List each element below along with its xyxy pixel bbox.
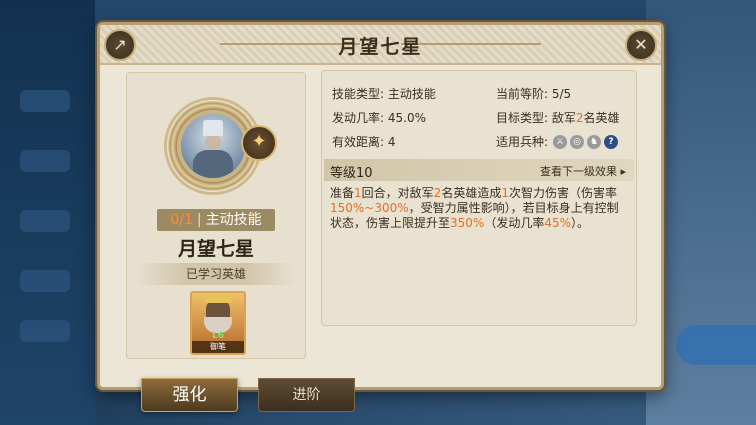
background-top (95, 0, 646, 22)
desc-value: 45% (544, 216, 572, 230)
share-icon: ↗ (113, 35, 127, 54)
skill-type-label: 主动技能 (205, 212, 262, 228)
crown-icon (205, 295, 231, 303)
background-button (676, 325, 756, 365)
tab-advance[interactable]: 进阶 (258, 378, 355, 412)
dialog-titlebar: 月望七星 ↗ ✕ (100, 25, 661, 65)
skill-detail-dialog: 月望七星 ↗ ✕ ✦ 0/1 | 主动技能 月望七星 已学习英雄 L6 御笔 技… (97, 22, 664, 390)
share-button[interactable]: ↗ (104, 29, 136, 61)
cavalry-icon[interactable]: ♞ (587, 134, 601, 149)
troop-types-label: 适用兵种: (496, 135, 549, 149)
skill-type-attr: 技能类型: 主动技能 (332, 87, 436, 101)
next-level-link[interactable]: 查看下一级效果 ▸ (540, 163, 626, 179)
desc-text: 回合，对敌军 (361, 186, 434, 200)
desc-value: 1 (354, 186, 362, 200)
level-label: 等级10 (330, 166, 373, 181)
target-type-attr: 目标类型: 敌军2名英雄 (496, 109, 620, 126)
background-blob (20, 320, 70, 342)
trigger-rate-attr: 发动几率: 45.0% (332, 111, 426, 125)
desc-value: 350% (450, 216, 485, 230)
skill-type-tag: 0/1 | 主动技能 (157, 209, 275, 231)
range-attr: 有效距离: 4 (332, 135, 396, 149)
portrait-face (205, 134, 221, 150)
hero-level: L6 (212, 331, 224, 341)
skill-description: 准备1回合，对敌军2名英雄造成1次智力伤害（伤害率150%~300%，受智力属性… (330, 186, 628, 231)
skill-name: 月望七星 (177, 238, 254, 260)
close-button[interactable]: ✕ (625, 29, 657, 61)
level-bar: 等级10 查看下一级效果 ▸ (324, 159, 634, 181)
target-suffix: 名英雄 (583, 111, 620, 125)
skill-detail-panel: 技能类型: 主动技能 当前等阶: 5/5 发动几率: 45.0% 目标类型: 敌… (321, 70, 637, 326)
portrait-hat (203, 120, 223, 136)
spear-icon[interactable]: ⚔ (553, 134, 567, 149)
background-blob (20, 150, 70, 172)
portrait-body (193, 150, 233, 178)
target-number: 2 (575, 111, 584, 125)
desc-text: 准备 (330, 186, 355, 200)
learned-heroes-label: 已学习英雄 (137, 263, 295, 285)
background-blob (20, 210, 70, 232)
dialog-title: 月望七星 (338, 36, 423, 58)
tag-separator: | (196, 212, 202, 228)
target-prefix: 目标类型: 敌军 (496, 111, 576, 125)
skill-summary-panel: ✦ 0/1 | 主动技能 月望七星 已学习英雄 L6 御笔 (126, 72, 306, 359)
hero-card[interactable]: L6 御笔 (190, 291, 246, 355)
current-level-attr: 当前等阶: 5/5 (496, 87, 572, 101)
desc-text: 次智力伤害（伤害率 (508, 186, 617, 200)
close-icon: ✕ (634, 35, 648, 54)
hero-name: 御笔 (192, 341, 244, 353)
troop-type-icons: ⚔ ◎ ♞? (553, 131, 621, 150)
tab-strengthen[interactable]: 强化 (141, 378, 238, 412)
desc-text: （发动几率 (484, 216, 545, 230)
shield-icon[interactable]: ◎ (570, 134, 584, 149)
background-left-panel (0, 0, 95, 425)
star-icon: ✦ (241, 125, 277, 161)
background-blob (20, 90, 70, 112)
desc-value: 150%~300% (330, 201, 409, 215)
background-blob (20, 270, 70, 292)
desc-text: 名英雄造成 (441, 186, 502, 200)
desc-text: ）。 (571, 216, 590, 230)
question-icon[interactable]: ? (604, 134, 618, 149)
skill-portrait (181, 114, 245, 178)
desc-value: 1 (501, 186, 509, 200)
skill-count: 0/1 (170, 212, 193, 228)
